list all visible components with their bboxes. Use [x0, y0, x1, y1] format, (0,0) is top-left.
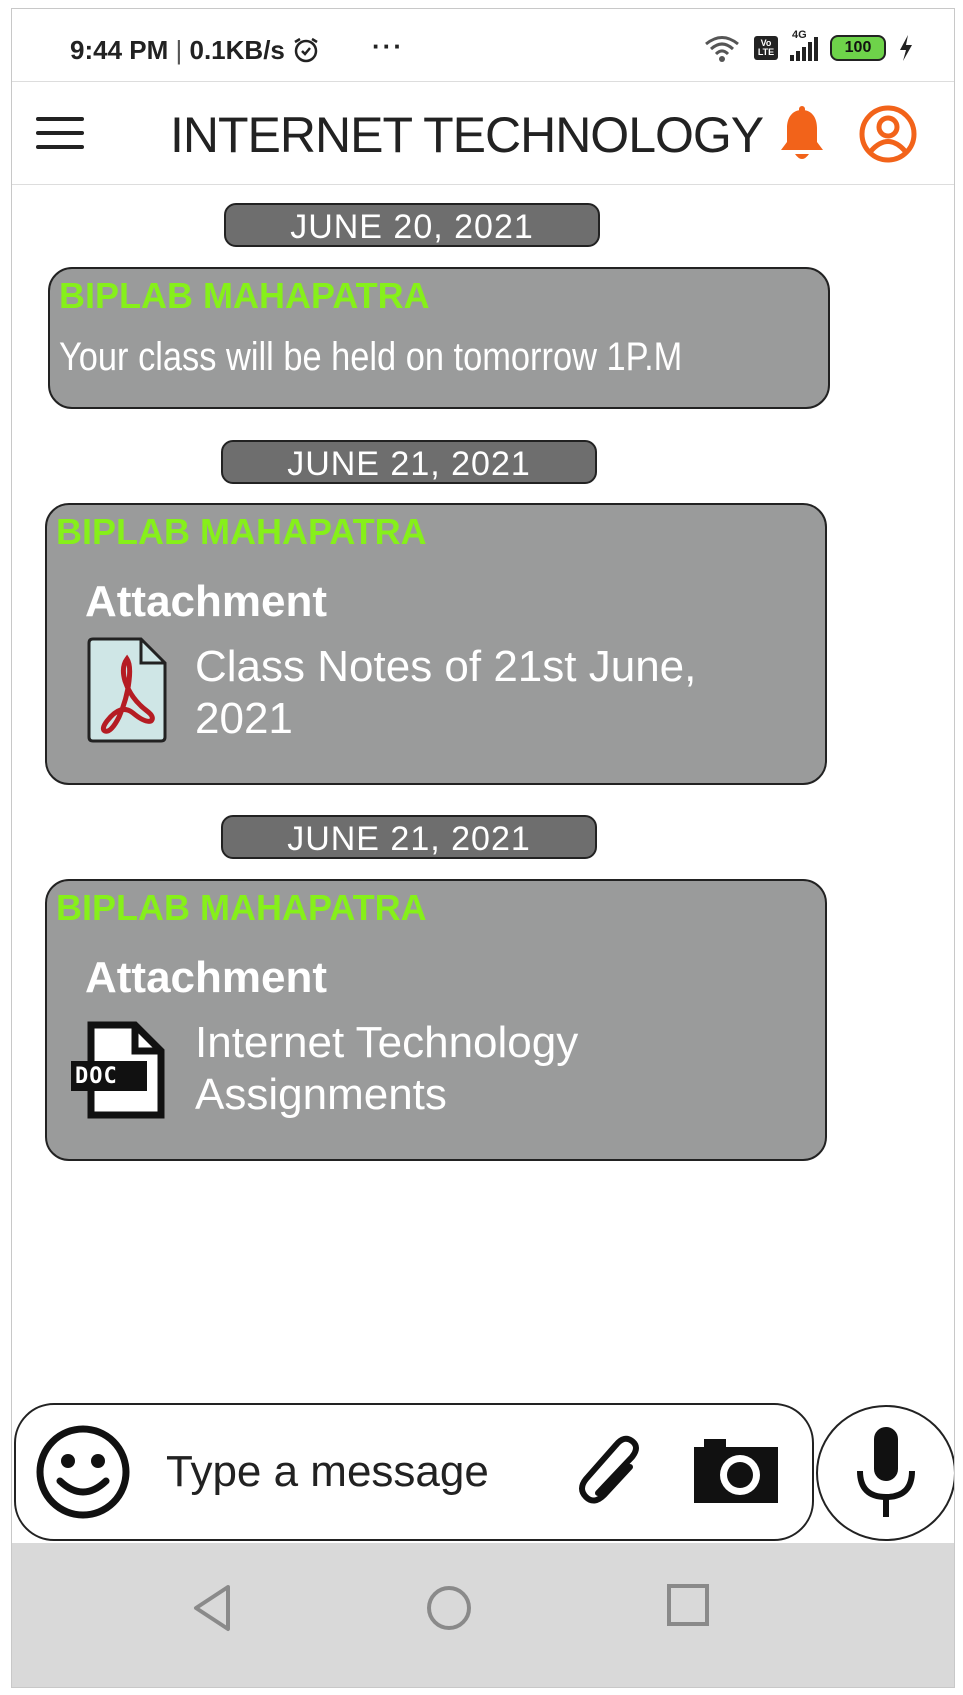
date-separator: JUNE 21, 2021 [221, 440, 597, 484]
attachment-name[interactable]: Class Notes of 21st June, 2021 [195, 641, 795, 745]
message-bubble[interactable]: BIPLAB MAHAPATRA Your class will be held… [48, 267, 830, 409]
doc-file-icon[interactable]: DOC [69, 1021, 169, 1121]
attachment-name[interactable]: Internet Technology Assignments [195, 1017, 795, 1121]
date-separator: JUNE 21, 2021 [221, 815, 597, 859]
status-clock: 9:44 PM [70, 35, 169, 65]
app-bar: INTERNET TECHNOLOGY [12, 81, 954, 185]
volte-icon: Vo LTE [754, 36, 778, 60]
status-network-speed: 0.1KB/s [189, 35, 285, 65]
message-input[interactable]: Type a message [166, 1447, 489, 1497]
camera-icon[interactable] [692, 1435, 780, 1505]
paperclip-icon[interactable] [576, 1435, 648, 1507]
bell-icon[interactable] [778, 106, 826, 164]
system-nav-bar [12, 1543, 954, 1687]
back-icon[interactable] [190, 1583, 234, 1633]
phone-screen: 9:44 PM | 0.1KB/s ··· Vo LTE 4G 100 INTE… [11, 8, 955, 1688]
attachment-heading: Attachment [85, 953, 328, 1002]
recent-apps-icon[interactable] [666, 1583, 710, 1627]
signal-icon: 4G [790, 29, 818, 61]
pdf-file-icon[interactable] [85, 637, 169, 745]
message-bubble[interactable]: BIPLAB MAHAPATRA Attachment DOC Internet… [45, 879, 827, 1161]
message-bubble[interactable]: BIPLAB MAHAPATRA Attachment Class Notes … [45, 503, 827, 785]
message-composer: Type a message [14, 1403, 814, 1541]
sender-name: BIPLAB MAHAPATRA [56, 511, 427, 552]
date-separator: JUNE 20, 2021 [224, 203, 600, 247]
microphone-button[interactable] [816, 1405, 954, 1541]
more-notifications-icon: ··· [372, 31, 404, 61]
network-type-label: 4G [792, 29, 807, 41]
battery-icon: 100 [830, 35, 886, 61]
alarm-icon [294, 37, 318, 63]
attachment-heading: Attachment [85, 577, 328, 626]
status-separator: | [175, 35, 183, 65]
microphone-icon [857, 1427, 915, 1517]
user-avatar-icon[interactable] [858, 104, 918, 164]
status-bar: 9:44 PM | 0.1KB/s ··· Vo LTE 4G 100 [12, 9, 954, 81]
status-icons: Vo LTE 4G 100 [702, 29, 914, 63]
charging-icon [900, 35, 912, 61]
status-time: 9:44 PM | 0.1KB/s [70, 35, 320, 66]
message-text: Your class will be held on tomorrow 1P.M [59, 335, 683, 379]
sender-name: BIPLAB MAHAPATRA [56, 887, 427, 928]
doc-label: DOC [75, 1064, 118, 1089]
hamburger-menu-icon[interactable] [36, 117, 84, 155]
page-title: INTERNET TECHNOLOGY [170, 107, 764, 163]
sender-name: BIPLAB MAHAPATRA [59, 275, 430, 316]
home-icon[interactable] [424, 1583, 474, 1633]
wifi-icon [705, 36, 739, 62]
emoji-icon[interactable] [34, 1423, 132, 1521]
